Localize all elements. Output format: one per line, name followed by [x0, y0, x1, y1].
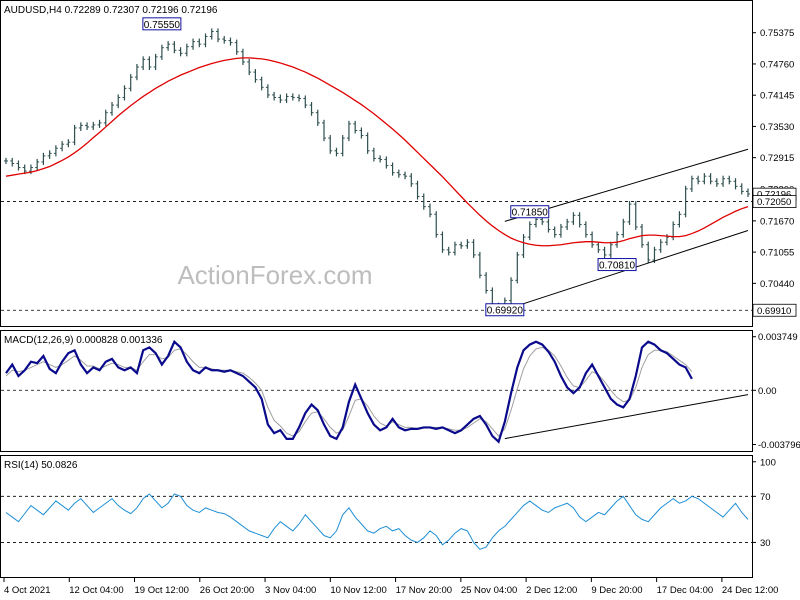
price-y-tick-label: 0.73530 [760, 122, 794, 133]
x-tick-label: 19 Oct 12:00 [135, 585, 189, 596]
rsi-series-layer [1, 493, 752, 550]
macd-panel-header: MACD(12,26,9) 0.000828 0.001336 [4, 335, 163, 346]
x-tick-label: 25 Nov 04:00 [461, 585, 518, 596]
macd-y-tick-label: -0.003796 [758, 440, 800, 451]
x-tick-label: 10 Nov 12:00 [330, 585, 387, 596]
price-y-tick-label: 0.72915 [760, 153, 794, 164]
price-panel-header: AUDUSD,H4 0.72289 0.72307 0.72196 0.7219… [4, 5, 218, 16]
macd-y-tick-label: 0.00 [758, 386, 777, 397]
rsi-y-tick-label: 70 [760, 492, 771, 503]
rsi-y-tick-label: 100 [760, 457, 776, 468]
price-annotation-label: 0.70810 [599, 261, 636, 272]
watermark: ActionForex.com [177, 260, 372, 290]
rsi-line [5, 493, 749, 550]
x-tick-label: 12 Oct 04:00 [69, 585, 123, 596]
price-y-tick-label: 0.70440 [760, 279, 794, 290]
x-tick-label: 17 Dec 04:00 [657, 585, 714, 596]
x-tick-label: 4 Oct 2021 [4, 585, 50, 596]
forex-chart: ActionForex.com 0.75550 0.71850 0.70810 0.6… [0, 0, 800, 596]
macd-main-line [5, 339, 693, 444]
macd-series-layer [1, 339, 752, 444]
price-flag-label: 0.72050 [757, 197, 791, 208]
x-tick-label: 17 Nov 20:00 [396, 585, 453, 596]
x-tick-label: 9 Dec 20:00 [591, 585, 642, 596]
price-y-tick-label: 0.71670 [760, 216, 794, 227]
rsi-y-tick-label: 30 [760, 538, 771, 549]
x-tick-label: 3 Nov 04:00 [265, 585, 316, 596]
price-flag-label: 0.69910 [757, 306, 791, 317]
price-panel-frame [0, 0, 753, 327]
price-series-layer: 0.75550 0.71850 0.70810 0.69920 [1, 17, 752, 317]
x-tick-label: 24 Dec 12:00 [722, 585, 779, 596]
macd-panel-frame [0, 330, 753, 452]
moving-average-line [5, 57, 749, 247]
macd-y-tick-label: 0.003749 [758, 332, 798, 343]
price-y-tick-label: 0.71055 [760, 248, 794, 259]
price-annotation-label: 0.69920 [487, 306, 524, 317]
price-y-tick-label: 0.75375 [760, 28, 794, 39]
rsi-panel-frame [0, 455, 753, 578]
price-y-tick-label: 0.74145 [760, 91, 794, 102]
price-annotation-label: 0.71850 [512, 208, 549, 219]
price-y-tick-label: 0.74760 [760, 59, 794, 70]
axis-labels-layer: 0.753750.747600.741450.735300.729150.723… [3, 28, 800, 596]
price-annotation-label: 0.75550 [144, 20, 181, 31]
x-tick-label: 2 Dec 12:00 [526, 585, 577, 596]
rsi-panel-header: RSI(14) 50.0826 [4, 460, 78, 471]
x-tick-label: 26 Oct 20:00 [200, 585, 254, 596]
